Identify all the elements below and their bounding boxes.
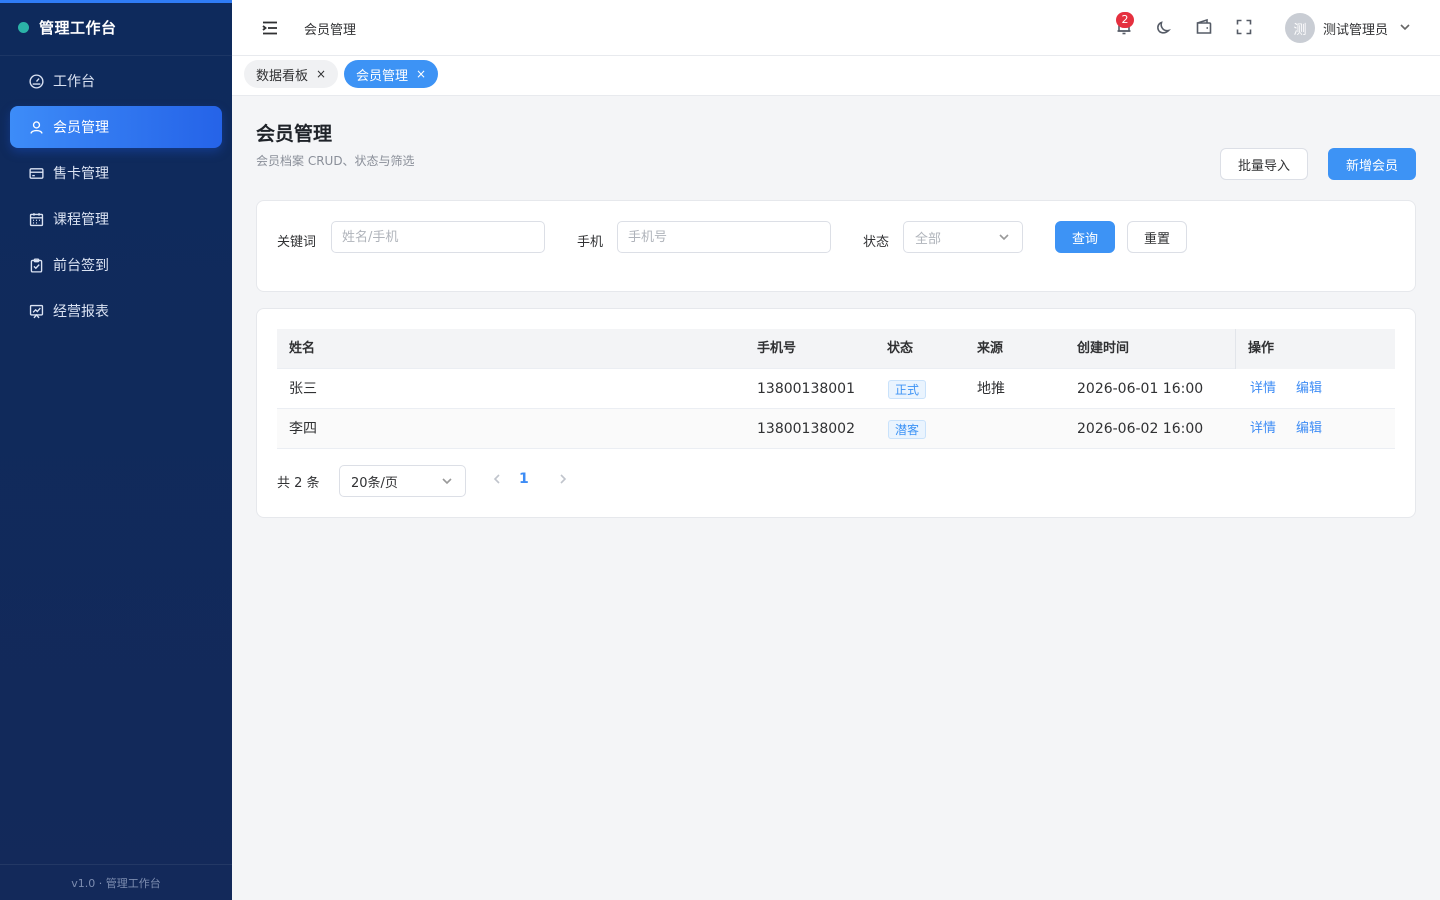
sidebar-item-label: 课程管理 xyxy=(53,212,109,228)
page-title: 会员管理 xyxy=(256,123,333,145)
moon-icon xyxy=(1157,21,1172,34)
cell-source: 地推 xyxy=(977,381,1005,397)
column-header-phone[interactable]: 手机号 xyxy=(757,329,796,369)
calendar-icon xyxy=(27,210,45,228)
page-size-select[interactable]: 20条/页 xyxy=(339,465,466,497)
column-header-source[interactable]: 来源 xyxy=(977,329,1003,369)
search-button[interactable]: 查询 xyxy=(1055,221,1115,253)
clipboard-check-icon xyxy=(27,256,45,274)
tabs-bar: 数据看板 × 会员管理 × xyxy=(232,56,1440,96)
notification-badge: 2 xyxy=(1116,12,1134,28)
sidebar-item-label: 前台签到 xyxy=(53,258,109,274)
table-card: 姓名 手机号 状态 来源 创建时间 操作 张三 13800138001 正式 地… xyxy=(256,308,1416,518)
menu-toggle-button[interactable] xyxy=(260,18,280,38)
column-header-actions: 操作 xyxy=(1248,341,1275,356)
theme-toggle-button[interactable] xyxy=(1154,17,1176,39)
column-header-name[interactable]: 姓名 xyxy=(289,329,315,369)
user-name[interactable]: 测试管理员 xyxy=(1323,19,1388,38)
sidebar-footer: v1.0 · 管理工作台 xyxy=(0,864,232,900)
breadcrumb: 会员管理 xyxy=(304,23,357,38)
chevron-down-icon xyxy=(998,231,1010,243)
status-badge: 潜客 xyxy=(888,420,927,439)
chevron-down-icon xyxy=(441,475,453,487)
tab-label: 数据看板 xyxy=(256,68,309,84)
column-header-created[interactable]: 创建时间 xyxy=(1077,329,1129,369)
avatar[interactable]: 测 xyxy=(1285,13,1315,43)
brand[interactable]: 管理工作台 xyxy=(0,0,232,56)
status-label: 状态 xyxy=(863,235,890,250)
detail-link[interactable]: 详情 xyxy=(1250,409,1276,449)
sidebar-item-courses[interactable]: 课程管理 xyxy=(10,198,222,240)
sidebar-item-cards[interactable]: 售卡管理 xyxy=(10,152,222,194)
import-button[interactable]: 批量导入 xyxy=(1220,148,1308,180)
brand-title: 管理工作台 xyxy=(39,19,117,37)
keyword-input[interactable] xyxy=(331,221,545,253)
fullscreen-icon xyxy=(1236,19,1252,35)
prev-page-button[interactable] xyxy=(491,473,505,487)
status-select-value: 全部 xyxy=(915,231,942,247)
page-number-current[interactable]: 1 xyxy=(519,471,529,487)
chevron-right-icon xyxy=(560,474,567,484)
menu-fold-icon xyxy=(262,21,277,35)
sidebar-item-checkin[interactable]: 前台签到 xyxy=(10,244,222,286)
status-badge: 正式 xyxy=(888,380,927,399)
sidebar-item-dashboard[interactable]: 工作台 xyxy=(10,60,222,102)
phone-input[interactable] xyxy=(617,221,831,253)
tab-members[interactable]: 会员管理 × xyxy=(344,60,438,88)
tab-dashboard[interactable]: 数据看板 × xyxy=(244,60,338,88)
chevron-left-icon xyxy=(493,474,500,484)
cell-name: 李四 xyxy=(289,421,317,437)
page-size-value: 20条/页 xyxy=(351,475,398,491)
status-select[interactable]: 全部 xyxy=(903,221,1023,253)
edit-link[interactable]: 编辑 xyxy=(1296,369,1322,409)
sidebar-item-members[interactable]: 会员管理 xyxy=(10,106,222,148)
page-subtitle: 会员档案 CRUD、状态与筛选 xyxy=(256,154,415,168)
brand-dot-icon xyxy=(18,22,29,33)
cell-phone: 13800138002 xyxy=(757,421,855,437)
sidebar: 管理工作台 工作台 会员管理 售卡管理 课程管理 前台签到 经营报表 v1.0 … xyxy=(0,0,232,900)
chart-icon xyxy=(27,302,45,320)
fullscreen-button[interactable] xyxy=(1234,17,1256,39)
keyword-label: 关键词 xyxy=(277,235,317,250)
wallet-button[interactable] xyxy=(1194,17,1216,39)
wallet-icon xyxy=(1196,18,1212,34)
cell-phone: 13800138001 xyxy=(757,381,855,397)
sidebar-item-reports[interactable]: 经营报表 xyxy=(10,290,222,332)
dashboard-icon xyxy=(27,72,45,90)
detail-link[interactable]: 详情 xyxy=(1250,369,1276,409)
cell-name: 张三 xyxy=(289,381,317,397)
table-row[interactable]: 张三 13800138001 正式 地推 2026-06-01 16:00 详情… xyxy=(277,369,1395,409)
chevron-down-icon[interactable] xyxy=(1398,20,1412,34)
sidebar-nav: 工作台 会员管理 售卡管理 课程管理 前台签到 经营报表 xyxy=(10,60,222,336)
column-header-status[interactable]: 状态 xyxy=(887,329,913,369)
close-icon[interactable]: × xyxy=(316,67,326,81)
filter-card: 关键词 手机 状态 全部 查询 重置 xyxy=(256,200,1416,292)
sidebar-item-label: 工作台 xyxy=(53,74,95,90)
user-icon xyxy=(27,118,45,136)
edit-link[interactable]: 编辑 xyxy=(1296,409,1322,449)
tab-label: 会员管理 xyxy=(356,68,409,84)
top-header: 会员管理 2 测 测试管理员 xyxy=(232,0,1440,56)
ops-column-header: 操作 xyxy=(1235,329,1395,369)
card-icon xyxy=(27,164,45,182)
sidebar-item-label: 会员管理 xyxy=(53,120,109,136)
cell-created: 2026-06-02 16:00 xyxy=(1077,421,1204,437)
pagination-total: 共 2 条 xyxy=(277,476,320,491)
add-member-button[interactable]: 新增会员 xyxy=(1328,148,1416,180)
close-icon[interactable]: × xyxy=(416,67,426,81)
table-header-row: 姓名 手机号 状态 来源 创建时间 操作 xyxy=(277,329,1395,369)
phone-label: 手机 xyxy=(577,235,604,250)
table-row[interactable]: 李四 13800138002 潜客 2026-06-02 16:00 详情 编辑 xyxy=(277,409,1395,449)
sidebar-item-label: 售卡管理 xyxy=(53,166,109,182)
next-page-button[interactable] xyxy=(557,473,571,487)
cell-created: 2026-06-01 16:00 xyxy=(1077,381,1204,397)
sidebar-item-label: 经营报表 xyxy=(53,304,109,320)
reset-button[interactable]: 重置 xyxy=(1127,221,1187,253)
